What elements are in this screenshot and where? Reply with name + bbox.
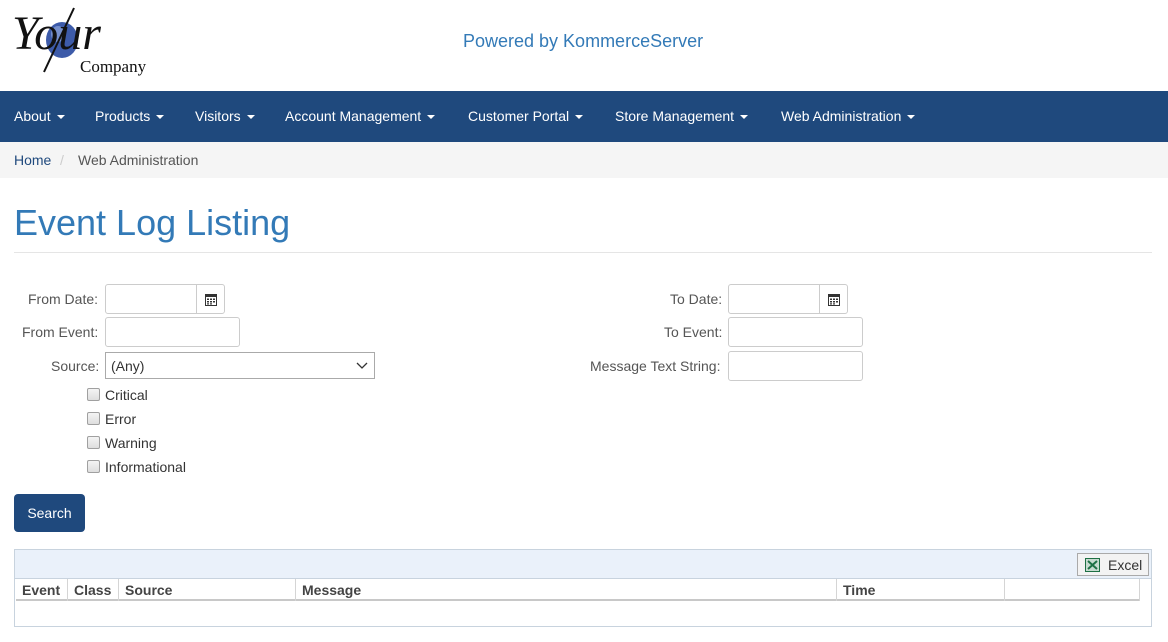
nav-products[interactable]: Products: [95, 91, 165, 142]
nav-account-management[interactable]: Account Management: [285, 91, 436, 142]
nav-products-label: Products: [95, 108, 151, 124]
logo-subtext: Company: [80, 57, 147, 76]
column-header-source[interactable]: Source: [119, 579, 296, 601]
error-checkbox-label: Error: [105, 411, 137, 427]
powered-by-text: Powered by KommerceServer: [463, 31, 704, 51]
column-header-class[interactable]: Class: [68, 579, 119, 601]
nav-store-management[interactable]: Store Management: [615, 91, 749, 142]
nav-store-management-label: Store Management: [615, 108, 735, 124]
nav-about[interactable]: About: [14, 91, 65, 142]
event-log-grid: Excel Event Class Source Message Time: [14, 549, 1152, 627]
caret-down-icon: [246, 115, 255, 120]
column-header-message[interactable]: Message: [296, 579, 837, 601]
critical-checkbox-label: Critical: [105, 387, 148, 403]
from-date-calendar-button[interactable]: [196, 284, 225, 314]
caret-down-icon: [56, 115, 65, 120]
breadcrumb-separator: /: [60, 152, 64, 168]
nav-account-management-label: Account Management: [285, 108, 422, 124]
breadcrumb-home-link[interactable]: Home: [14, 152, 51, 168]
column-header-time[interactable]: Time: [837, 579, 1005, 601]
page-title: Event Log Listing: [14, 202, 291, 243]
nav-customer-portal-label: Customer Portal: [468, 108, 570, 124]
message-text-input[interactable]: [728, 351, 863, 381]
nav-web-administration[interactable]: Web Administration: [781, 91, 916, 142]
to-event-label: To Event:: [664, 324, 723, 340]
calendar-icon: [828, 294, 840, 306]
company-logo[interactable]: Your Company: [12, 4, 162, 78]
nav-about-label: About: [14, 108, 51, 124]
from-event-input[interactable]: [105, 317, 240, 347]
calendar-icon: [205, 294, 217, 306]
caret-down-icon: [156, 115, 165, 120]
source-select-value: (Any): [111, 358, 145, 374]
error-checkbox[interactable]: [87, 412, 100, 425]
nav-web-administration-label: Web Administration: [781, 108, 902, 124]
excel-export-button[interactable]: Excel: [1077, 553, 1149, 576]
column-header-extra: [1005, 579, 1140, 601]
breadcrumb: Home / Web Administration: [0, 142, 1168, 178]
warning-checkbox-label: Warning: [105, 435, 157, 451]
site-header: Your Company Powered by KommerceServer: [0, 0, 1168, 91]
title-divider: [14, 252, 1152, 253]
informational-checkbox-label: Informational: [105, 459, 186, 475]
excel-export-label: Excel: [1108, 557, 1143, 573]
grid-header-row: Event Class Source Message Time: [16, 579, 1140, 601]
to-date-group: [728, 284, 848, 314]
nav-visitors-label: Visitors: [195, 108, 241, 124]
to-date-input[interactable]: [728, 284, 820, 314]
caret-down-icon: [427, 115, 436, 120]
warning-checkbox[interactable]: [87, 436, 100, 449]
nav-customer-portal[interactable]: Customer Portal: [468, 91, 584, 142]
breadcrumb-current: Web Administration: [78, 152, 199, 168]
chevron-down-icon: [356, 362, 368, 369]
message-text-label: Message Text String:: [590, 358, 721, 374]
to-date-calendar-button[interactable]: [819, 284, 848, 314]
to-event-input[interactable]: [728, 317, 863, 347]
column-header-event[interactable]: Event: [16, 579, 68, 601]
from-date-label: From Date:: [28, 291, 99, 307]
to-date-label: To Date:: [670, 291, 723, 307]
caret-down-icon: [575, 115, 584, 120]
main-navbar: About Products Visitors Account Manageme…: [0, 91, 1168, 142]
logo-text: Your: [12, 7, 101, 60]
from-date-input[interactable]: [105, 284, 197, 314]
caret-down-icon: [907, 115, 916, 120]
informational-checkbox[interactable]: [87, 460, 100, 473]
from-date-group: [105, 284, 225, 314]
excel-icon: [1085, 558, 1100, 572]
grid-toolbar: Excel: [15, 550, 1151, 579]
critical-checkbox[interactable]: [87, 388, 100, 401]
from-event-label: From Event:: [22, 324, 99, 340]
source-select[interactable]: (Any): [105, 352, 375, 379]
source-label: Source:: [51, 358, 100, 374]
nav-visitors[interactable]: Visitors: [195, 91, 255, 142]
search-button[interactable]: Search: [14, 494, 85, 532]
caret-down-icon: [740, 115, 749, 120]
